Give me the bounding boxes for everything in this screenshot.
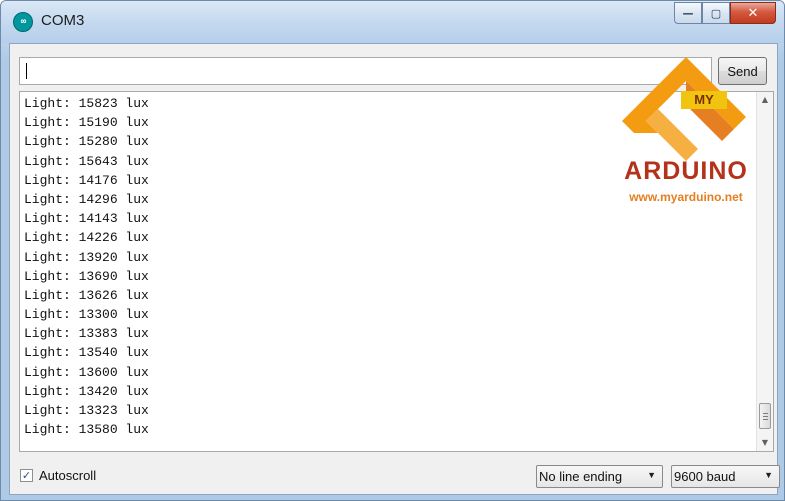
serial-line: Light: 13323 lux <box>24 403 149 418</box>
serial-line: Light: 13540 lux <box>24 345 149 361</box>
myarduino-watermark-logo: MY ARDUINO www.myarduino.net <box>606 53 766 213</box>
line-ending-value: No line ending <box>539 469 623 484</box>
grip-line <box>763 413 768 414</box>
scroll-down-arrow-icon[interactable]: ▼ <box>757 435 773 451</box>
autoscroll-checkbox[interactable]: ✓ <box>20 469 33 482</box>
chevron-down-icon: ▼ <box>764 470 773 480</box>
serial-line: Light: 13383 lux <box>24 326 149 342</box>
serial-line: Light: 13920 lux <box>24 249 149 265</box>
close-button[interactable]: ✕ <box>730 2 776 24</box>
maximize-icon: ▢ <box>710 6 722 20</box>
serial-line: Light: 13600 lux <box>24 364 149 380</box>
grip-line <box>763 416 768 417</box>
scrollbar-thumb[interactable] <box>759 403 771 429</box>
serial-monitor-window: ∞ COM3 — ▢ ✕ Send Light: 15823 lux Light… <box>0 0 785 501</box>
grip-line <box>763 419 768 420</box>
baud-rate-value: 9600 baud <box>674 469 736 484</box>
line-ending-dropdown[interactable]: No line ending ▼ <box>536 465 663 488</box>
serial-line: Light: 13300 lux <box>24 307 149 323</box>
title-bar[interactable]: ∞ COM3 — ▢ ✕ <box>1 1 784 43</box>
maximize-button[interactable]: ▢ <box>702 2 730 24</box>
chevron-down-icon: ▼ <box>647 470 656 480</box>
logo-url: www.myarduino.net <box>629 190 743 204</box>
logo-title: ARDUINO <box>624 157 748 185</box>
minimize-icon: — <box>682 6 694 20</box>
bottom-toolbar: ✓ Autoscroll No line ending ▼ 9600 baud … <box>10 458 780 494</box>
window-title: COM3 <box>41 12 85 29</box>
text-caret <box>26 63 27 79</box>
serial-line: Light: 13690 lux <box>24 268 149 284</box>
autoscroll-label: Autoscroll <box>39 468 97 483</box>
baud-rate-dropdown[interactable]: 9600 baud ▼ <box>671 465 780 488</box>
checkmark-icon: ✓ <box>21 469 32 482</box>
autoscroll-toggle[interactable]: ✓ Autoscroll <box>20 468 96 483</box>
logo-tag: MY <box>681 91 727 109</box>
serial-line: Light: 14226 lux <box>24 230 149 246</box>
arduino-app-icon: ∞ <box>13 12 33 32</box>
minimize-button[interactable]: — <box>674 2 702 24</box>
serial-line: Light: 13626 lux <box>24 287 149 303</box>
serial-line: Light: 13420 lux <box>24 383 149 399</box>
close-icon: ✕ <box>747 5 759 21</box>
window-controls: — ▢ ✕ <box>674 2 776 24</box>
serial-line: Light: 13580 lux <box>24 422 149 438</box>
